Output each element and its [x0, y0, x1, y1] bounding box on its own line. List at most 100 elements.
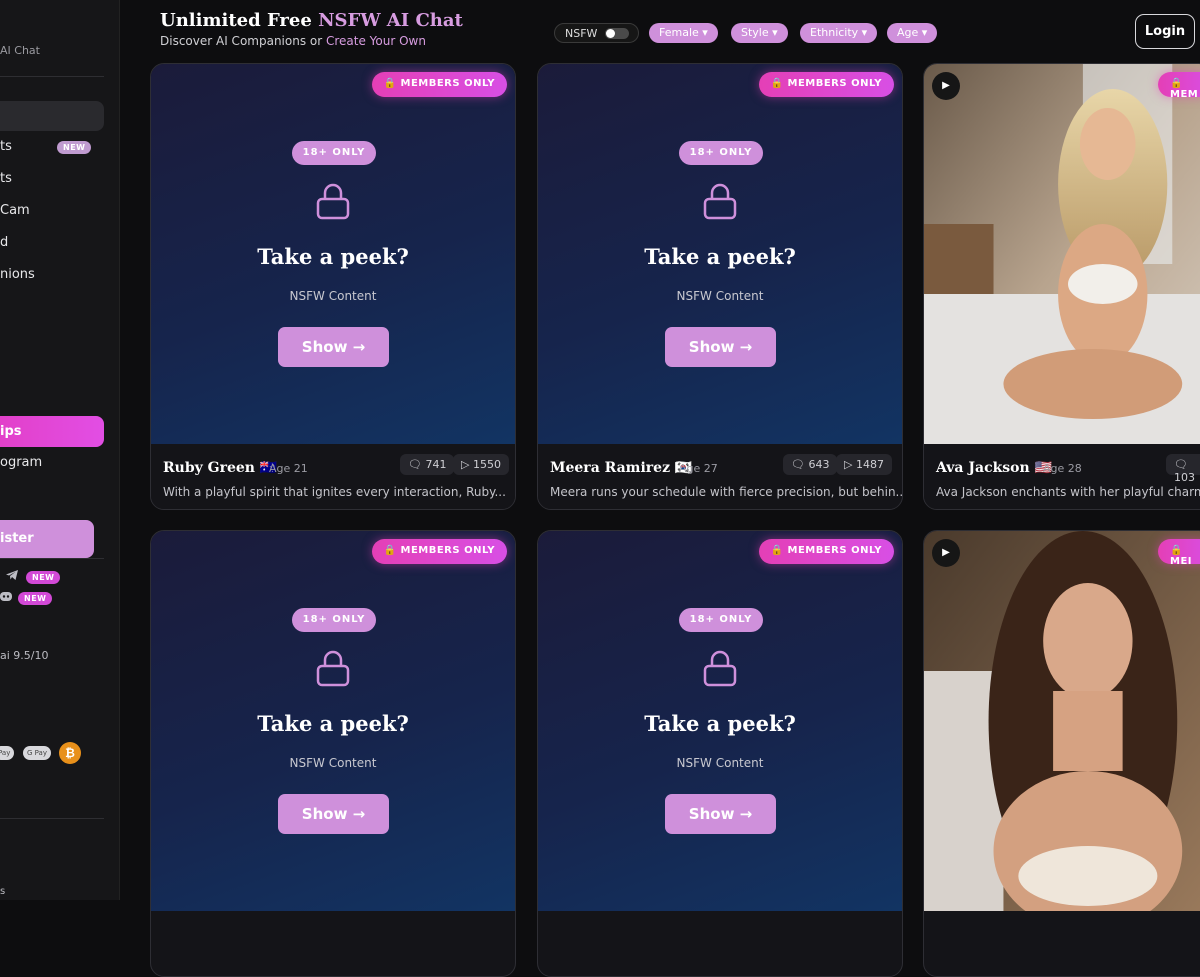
lock-icon [316, 650, 350, 687]
lock-icon [316, 183, 350, 220]
affiliate-program-link[interactable]: ogram [0, 455, 42, 470]
view-count-value: 1550 [472, 458, 501, 471]
nsfw-content-label: NSFW Content [289, 289, 377, 303]
locked-preview: 🔒 MEMBERS ONLY 18+ ONLY Take a peek? NSF… [151, 531, 515, 911]
members-only-label: MEI [1170, 556, 1193, 567]
filter-age[interactable]: Age ▾ [887, 23, 938, 43]
page-subtitle: Discover AI Companions or Create Your Ow… [160, 34, 426, 48]
members-only-label: MEM [1170, 89, 1199, 100]
show-button[interactable]: Show → [278, 327, 389, 367]
character-card[interactable]: 🔒 MEMBERS ONLY 18+ ONLY Take a peek? NSF… [150, 63, 516, 510]
message-count: 🗨 103 [1166, 454, 1200, 484]
register-label: ister [0, 531, 34, 546]
title-accent: NSFW AI Chat [318, 10, 463, 31]
sidebar-item-companions[interactable]: nions [0, 267, 35, 282]
view-count: ▷ 1550 [453, 454, 509, 475]
filter-ethnicity[interactable]: Ethnicity ▾ [800, 23, 878, 43]
page-title: Unlimited Free NSFW AI Chat [160, 10, 463, 31]
card-footer: Ava Jackson 🇺🇸 Age 28 🗨 103 Ava Jackson … [924, 444, 1200, 509]
message-count-value: 643 [808, 458, 830, 471]
character-card[interactable]: ▶ 🔒 MEM Ava Jackson 🇺🇸 Age 28 🗨 103 Ava … [923, 63, 1200, 510]
login-button[interactable]: Login [1135, 14, 1195, 49]
members-only-badge: 🔒 MEMBERS ONLY [758, 539, 894, 564]
character-photo [924, 64, 1200, 444]
discord-new-badge: NEW [18, 592, 53, 605]
peek-heading: Take a peek? [257, 711, 409, 736]
upgrade-button[interactable]: ips [0, 416, 104, 447]
peek-heading: Take a peek? [644, 244, 796, 269]
lock-icon [703, 183, 737, 220]
apple-pay-icon: Pay [0, 746, 15, 760]
locked-preview: 🔒 MEMBERS ONLY 18+ ONLY Take a peek? NSF… [538, 64, 902, 444]
character-description: Ava Jackson enchants with her playful ch… [936, 485, 1200, 499]
message-count: 🗨 643 [783, 454, 838, 475]
bitcoin-icon: ₿ [59, 742, 81, 764]
members-only-badge: 🔒 MEM [1158, 72, 1200, 100]
nsfw-label: NSFW [565, 27, 598, 40]
lock-icon [703, 650, 737, 687]
message-count-value: 741 [425, 458, 447, 471]
members-only-badge: 🔒 MEMBERS ONLY [371, 539, 507, 564]
members-only-label: MEMBERS ONLY [787, 545, 882, 556]
nsfw-content-label: NSFW Content [289, 756, 377, 770]
show-button[interactable]: Show → [278, 794, 389, 834]
character-card[interactable]: 🔒 MEMBERS ONLY 18+ ONLY Take a peek? NSF… [150, 530, 516, 977]
members-only-label: MEMBERS ONLY [400, 545, 495, 556]
age-restriction-badge: 18+ ONLY [679, 141, 763, 165]
sidebar-item-1[interactable]: ts [0, 139, 12, 154]
sidebar-divider [0, 76, 104, 77]
footer-link[interactable]: s [0, 886, 5, 897]
character-age: Age 21 [269, 462, 308, 475]
nsfw-content-label: NSFW Content [676, 289, 764, 303]
show-button[interactable]: Show → [665, 794, 776, 834]
character-photo [924, 531, 1200, 911]
telegram-new-badge: NEW [26, 571, 61, 584]
show-button[interactable]: Show → [665, 327, 776, 367]
create-your-own-link[interactable]: Create Your Own [326, 34, 426, 48]
nsfw-content-label: NSFW Content [676, 756, 764, 770]
play-icon[interactable]: ▶ [932, 72, 960, 100]
subtitle-plain: Discover AI Companions or [160, 34, 326, 48]
character-description: With a playful spirit that ignites every… [163, 485, 506, 499]
new-badge: NEW [57, 141, 92, 154]
play-icon[interactable]: ▶ [932, 539, 960, 567]
sidebar-divider [0, 558, 104, 559]
filter-female[interactable]: Female ▾ [649, 23, 718, 43]
card-footer: Meera Ramirez 🇰🇷 Age 27 🗨 643 ▷ 1487 Mee… [538, 444, 903, 509]
nsfw-toggle[interactable]: NSFW [554, 23, 639, 43]
character-age: Age 27 [679, 462, 718, 475]
character-name: Ava Jackson 🇺🇸 [936, 460, 1052, 476]
upgrade-label: ips [0, 424, 22, 439]
rating-text: ai 9.5/10 [0, 649, 49, 662]
title-plain: Unlimited Free [160, 10, 319, 31]
google-pay-icon: G Pay [23, 746, 51, 760]
message-count: 🗨 741 [400, 454, 455, 475]
register-button[interactable]: ister [0, 520, 94, 558]
character-description: Meera runs your schedule with fierce pre… [550, 485, 903, 499]
toggle-switch[interactable] [605, 28, 629, 39]
sidebar-divider [0, 818, 104, 819]
sidebar-item-2[interactable]: ts [0, 171, 12, 186]
sidebar-item-active[interactable] [0, 101, 104, 131]
view-count-value: 1487 [855, 458, 884, 471]
age-restriction-badge: 18+ ONLY [679, 608, 763, 632]
sidebar-tagline: AI Chat [0, 44, 40, 57]
character-card[interactable]: 🔒 MEMBERS ONLY 18+ ONLY Take a peek? NSF… [537, 530, 903, 977]
filter-style[interactable]: Style ▾ [731, 23, 788, 43]
members-only-label: MEMBERS ONLY [400, 78, 495, 89]
sidebar: AI Chat ts NEW ts Cam d nions ips ogram … [0, 0, 120, 900]
discord-icon[interactable] [0, 591, 12, 602]
sidebar-item-cam[interactable]: Cam [0, 203, 30, 218]
character-card[interactable]: ▶ 🔒 MEI [923, 530, 1200, 977]
members-only-label: MEMBERS ONLY [787, 78, 882, 89]
character-name: Ruby Green 🇦🇺 [163, 460, 278, 476]
locked-preview: 🔒 MEMBERS ONLY 18+ ONLY Take a peek? NSF… [538, 531, 902, 911]
members-only-badge: 🔒 MEI [1158, 539, 1200, 567]
character-name: Meera Ramirez 🇰🇷 [550, 460, 693, 476]
telegram-icon[interactable] [5, 569, 19, 581]
card-footer: Ruby Green 🇦🇺 Age 21 🗨 741 ▷ 1550 With a… [151, 444, 515, 509]
age-restriction-badge: 18+ ONLY [292, 141, 376, 165]
sidebar-item-4[interactable]: d [0, 235, 8, 250]
peek-heading: Take a peek? [257, 244, 409, 269]
character-card[interactable]: 🔒 MEMBERS ONLY 18+ ONLY Take a peek? NSF… [537, 63, 903, 510]
